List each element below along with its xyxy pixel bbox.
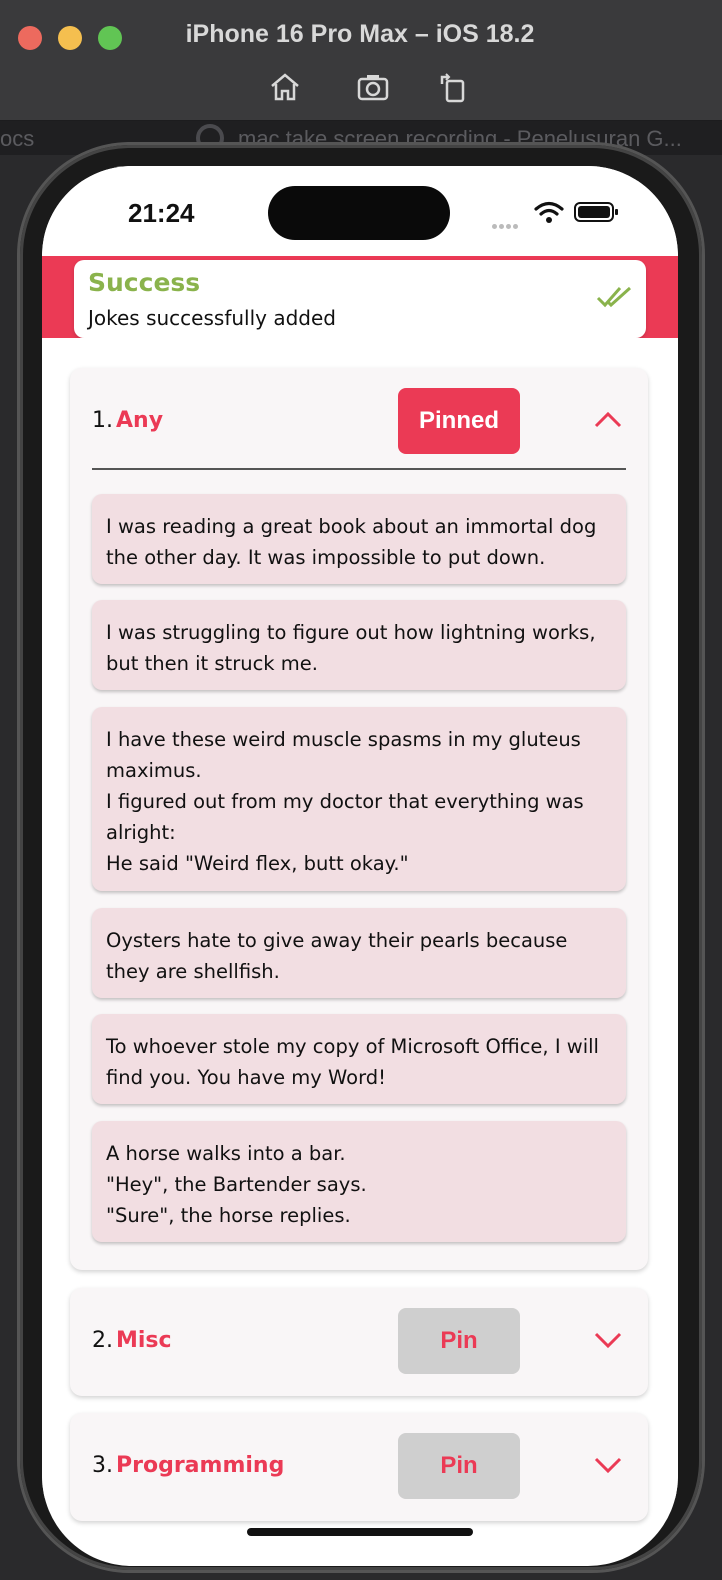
simulator-title: iPhone 16 Pro Max – iOS 18.2 [185, 20, 535, 48]
category-name: Programming [116, 1453, 285, 1478]
pinned-button[interactable]: Pinned [398, 388, 520, 454]
double-check-icon [596, 284, 632, 314]
background-tab-left: ocs [0, 126, 35, 151]
joke-card: Oysters hate to give away their pearls b… [92, 908, 626, 998]
minimize-window-button[interactable] [58, 26, 82, 50]
joke-card: I was struggling to figure out how light… [92, 600, 626, 690]
joke-card: To whoever stole my copy of Microsoft Of… [92, 1014, 626, 1104]
pin-button[interactable]: Pin [398, 1433, 520, 1499]
toast-message: Jokes successfully added [88, 306, 336, 330]
home-icon[interactable] [268, 70, 302, 104]
zoom-window-button[interactable] [98, 26, 122, 50]
chevron-down-icon[interactable] [594, 1455, 622, 1475]
category-card-any: 1. Any Pinned I was reading a great book… [70, 368, 648, 1270]
chevron-down-icon[interactable] [594, 1330, 622, 1350]
category-card-programming: 3. Programming Pin [70, 1413, 648, 1521]
category-name: Misc [116, 1328, 172, 1353]
joke-card: I have these weird muscle spasms in my g… [92, 707, 626, 891]
pin-button[interactable]: Pin [398, 1308, 520, 1374]
wifi-icon [534, 200, 564, 228]
category-card-misc: 2. Misc Pin [70, 1288, 648, 1396]
rotate-icon[interactable] [436, 70, 470, 104]
joke-categories-list[interactable]: 1. Any Pinned I was reading a great book… [42, 338, 678, 1521]
category-header[interactable]: 3. Programming Pin [70, 1413, 648, 1521]
success-toast[interactable]: Success Jokes successfully added [74, 260, 646, 338]
category-number: 1. [92, 408, 113, 433]
category-divider [92, 468, 626, 470]
dynamic-island [268, 186, 450, 240]
signal-dots-icon [492, 214, 526, 229]
category-number: 3. [92, 1453, 113, 1478]
home-indicator[interactable] [247, 1528, 473, 1536]
phone-screen: 21:24 Success Jokes successfully added 1… [42, 166, 678, 1566]
status-bar: 21:24 [42, 166, 678, 256]
category-number: 2. [92, 1328, 113, 1353]
simulator-titlebar: iPhone 16 Pro Max – iOS 18.2 [0, 0, 722, 121]
screenshot-icon[interactable] [356, 70, 390, 104]
close-window-button[interactable] [18, 26, 42, 50]
toast-title: Success [88, 268, 201, 297]
category-header[interactable]: 2. Misc Pin [70, 1288, 648, 1396]
category-header[interactable]: 1. Any Pinned [70, 368, 648, 476]
joke-card: A horse walks into a bar. "Hey", the Bar… [92, 1121, 626, 1242]
category-name: Any [116, 408, 164, 433]
status-time: 21:24 [128, 198, 195, 228]
joke-card: I was reading a great book about an immo… [92, 494, 626, 584]
chevron-up-icon[interactable] [594, 410, 622, 430]
battery-icon [574, 202, 618, 222]
